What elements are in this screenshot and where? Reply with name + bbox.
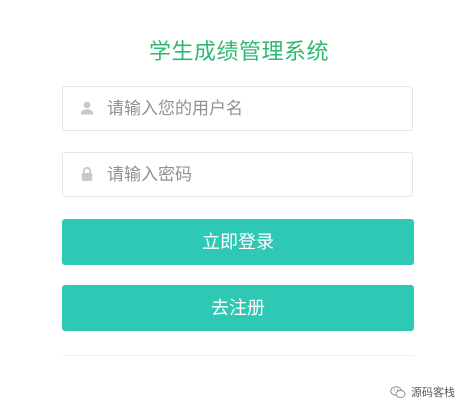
login-button[interactable]: 立即登录 [62,219,414,265]
password-input[interactable] [107,153,407,196]
watermark-text: 源码客栈 [411,386,455,399]
login-page: 学生成绩管理系统 立即登录 去注册 [0,0,467,413]
wechat-icon [390,385,406,399]
watermark: 源码客栈 [390,384,455,400]
page-title: 学生成绩管理系统 [148,40,329,65]
divider [62,355,414,356]
user-icon [79,100,95,116]
lock-icon [79,166,95,182]
username-input[interactable] [107,87,407,130]
password-field-container[interactable] [62,152,413,197]
register-button[interactable]: 去注册 [62,285,414,331]
username-field-container[interactable] [62,86,413,131]
